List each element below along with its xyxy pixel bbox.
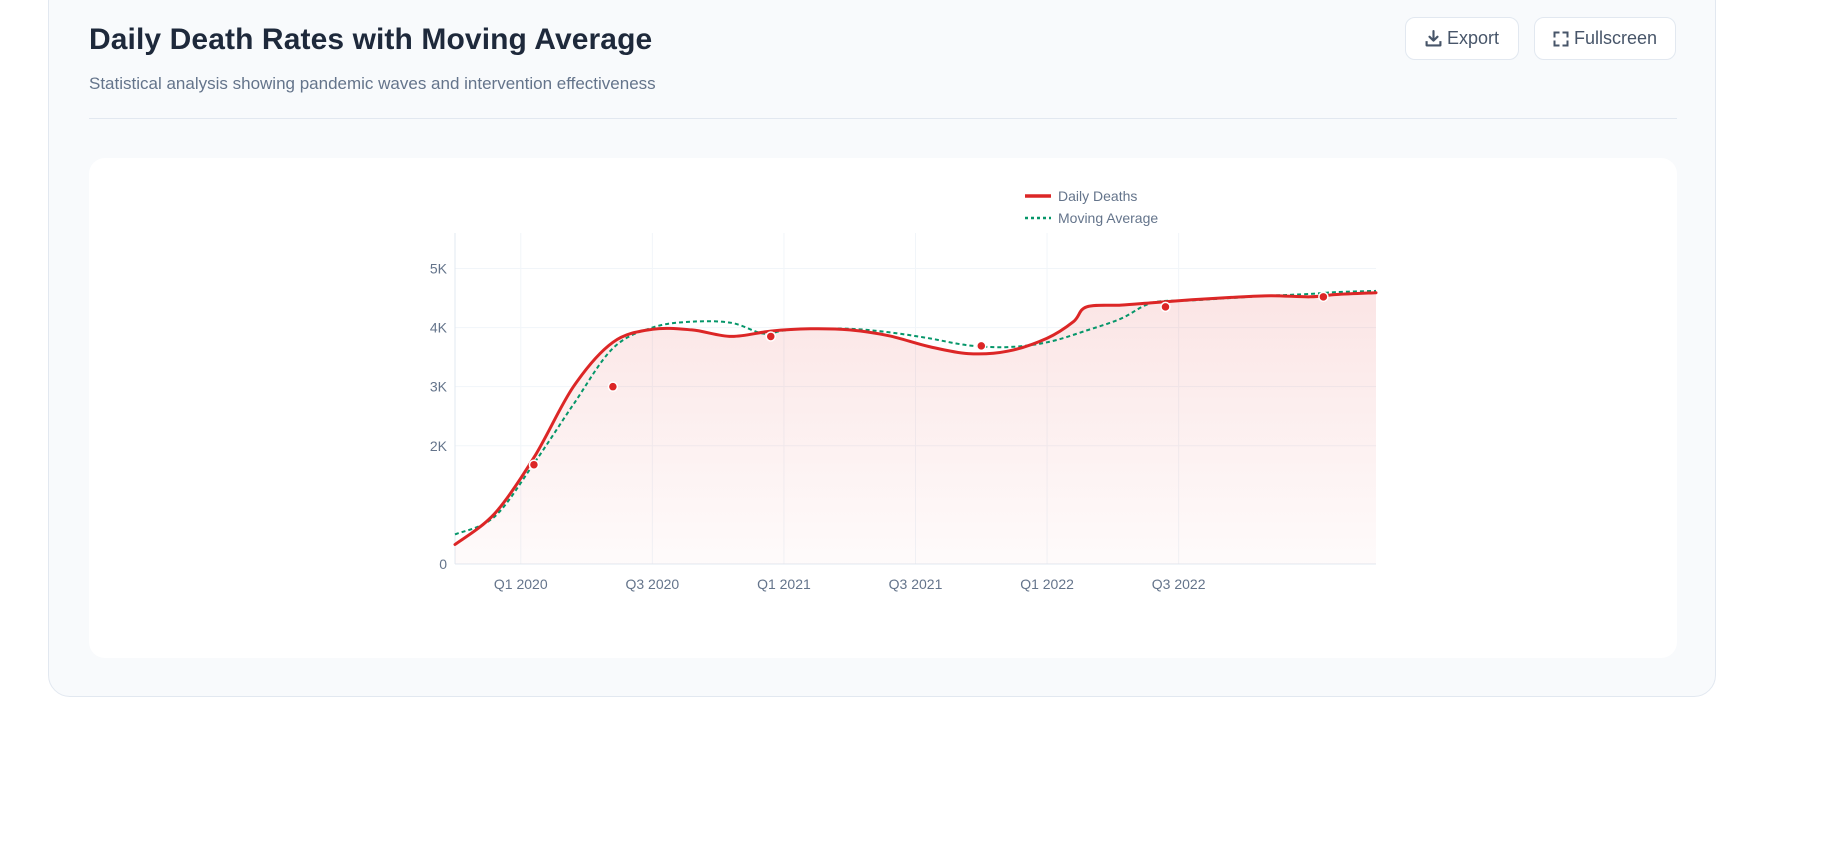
page-title: Daily Death Rates with Moving Average — [89, 23, 653, 56]
page-subtitle: Statistical analysis showing pandemic wa… — [89, 74, 656, 93]
data-point-marker — [528, 459, 540, 470]
data-point-marker — [976, 340, 987, 352]
fullscreen-button[interactable]: Fullscreen — [1534, 17, 1676, 60]
header-divider — [89, 118, 1677, 119]
x-tick-label: Q3 2021 — [889, 576, 943, 592]
chart-panel: 0 2K 3K 4K 5K Q1 2020 Q3 2020 Q1 2021 Q3 2021 Q1 … — [89, 158, 1677, 658]
chart-card: Daily Death Rates with Moving Average St… — [48, 0, 1716, 697]
x-tick-label: Q3 2022 — [1152, 576, 1206, 592]
y-tick-label: 4K — [430, 320, 448, 336]
x-tick-label: Q1 2022 — [1020, 576, 1074, 592]
data-point-marker — [607, 381, 619, 392]
y-tick-label: 2K — [430, 438, 448, 454]
x-tick-label: Q1 2020 — [494, 576, 548, 592]
y-tick-label: 0 — [439, 556, 447, 572]
chart-legend: Daily Deaths Moving Average — [1025, 188, 1158, 226]
y-tick-label: 5K — [430, 260, 448, 276]
fullscreen-label: Fullscreen — [1573, 28, 1658, 48]
line-chart: 0 2K 3K 4K 5K Q1 2020 Q3 2020 Q1 2021 Q3 2021 Q1 … — [430, 188, 1378, 592]
legend-label: Moving Average — [1058, 210, 1158, 226]
x-tick-label: Q3 2020 — [625, 576, 679, 592]
data-point-marker — [1318, 291, 1329, 303]
export-button[interactable]: Export — [1405, 17, 1519, 60]
legend-label: Daily Deaths — [1058, 188, 1137, 204]
fullscreen-icon — [1553, 31, 1569, 47]
y-tick-label: 3K — [430, 379, 448, 395]
data-point-marker — [765, 331, 777, 342]
download-icon — [1425, 30, 1442, 47]
data-point-marker — [1160, 301, 1171, 313]
export-label: Export — [1446, 28, 1500, 48]
x-tick-label: Q1 2021 — [757, 576, 811, 592]
